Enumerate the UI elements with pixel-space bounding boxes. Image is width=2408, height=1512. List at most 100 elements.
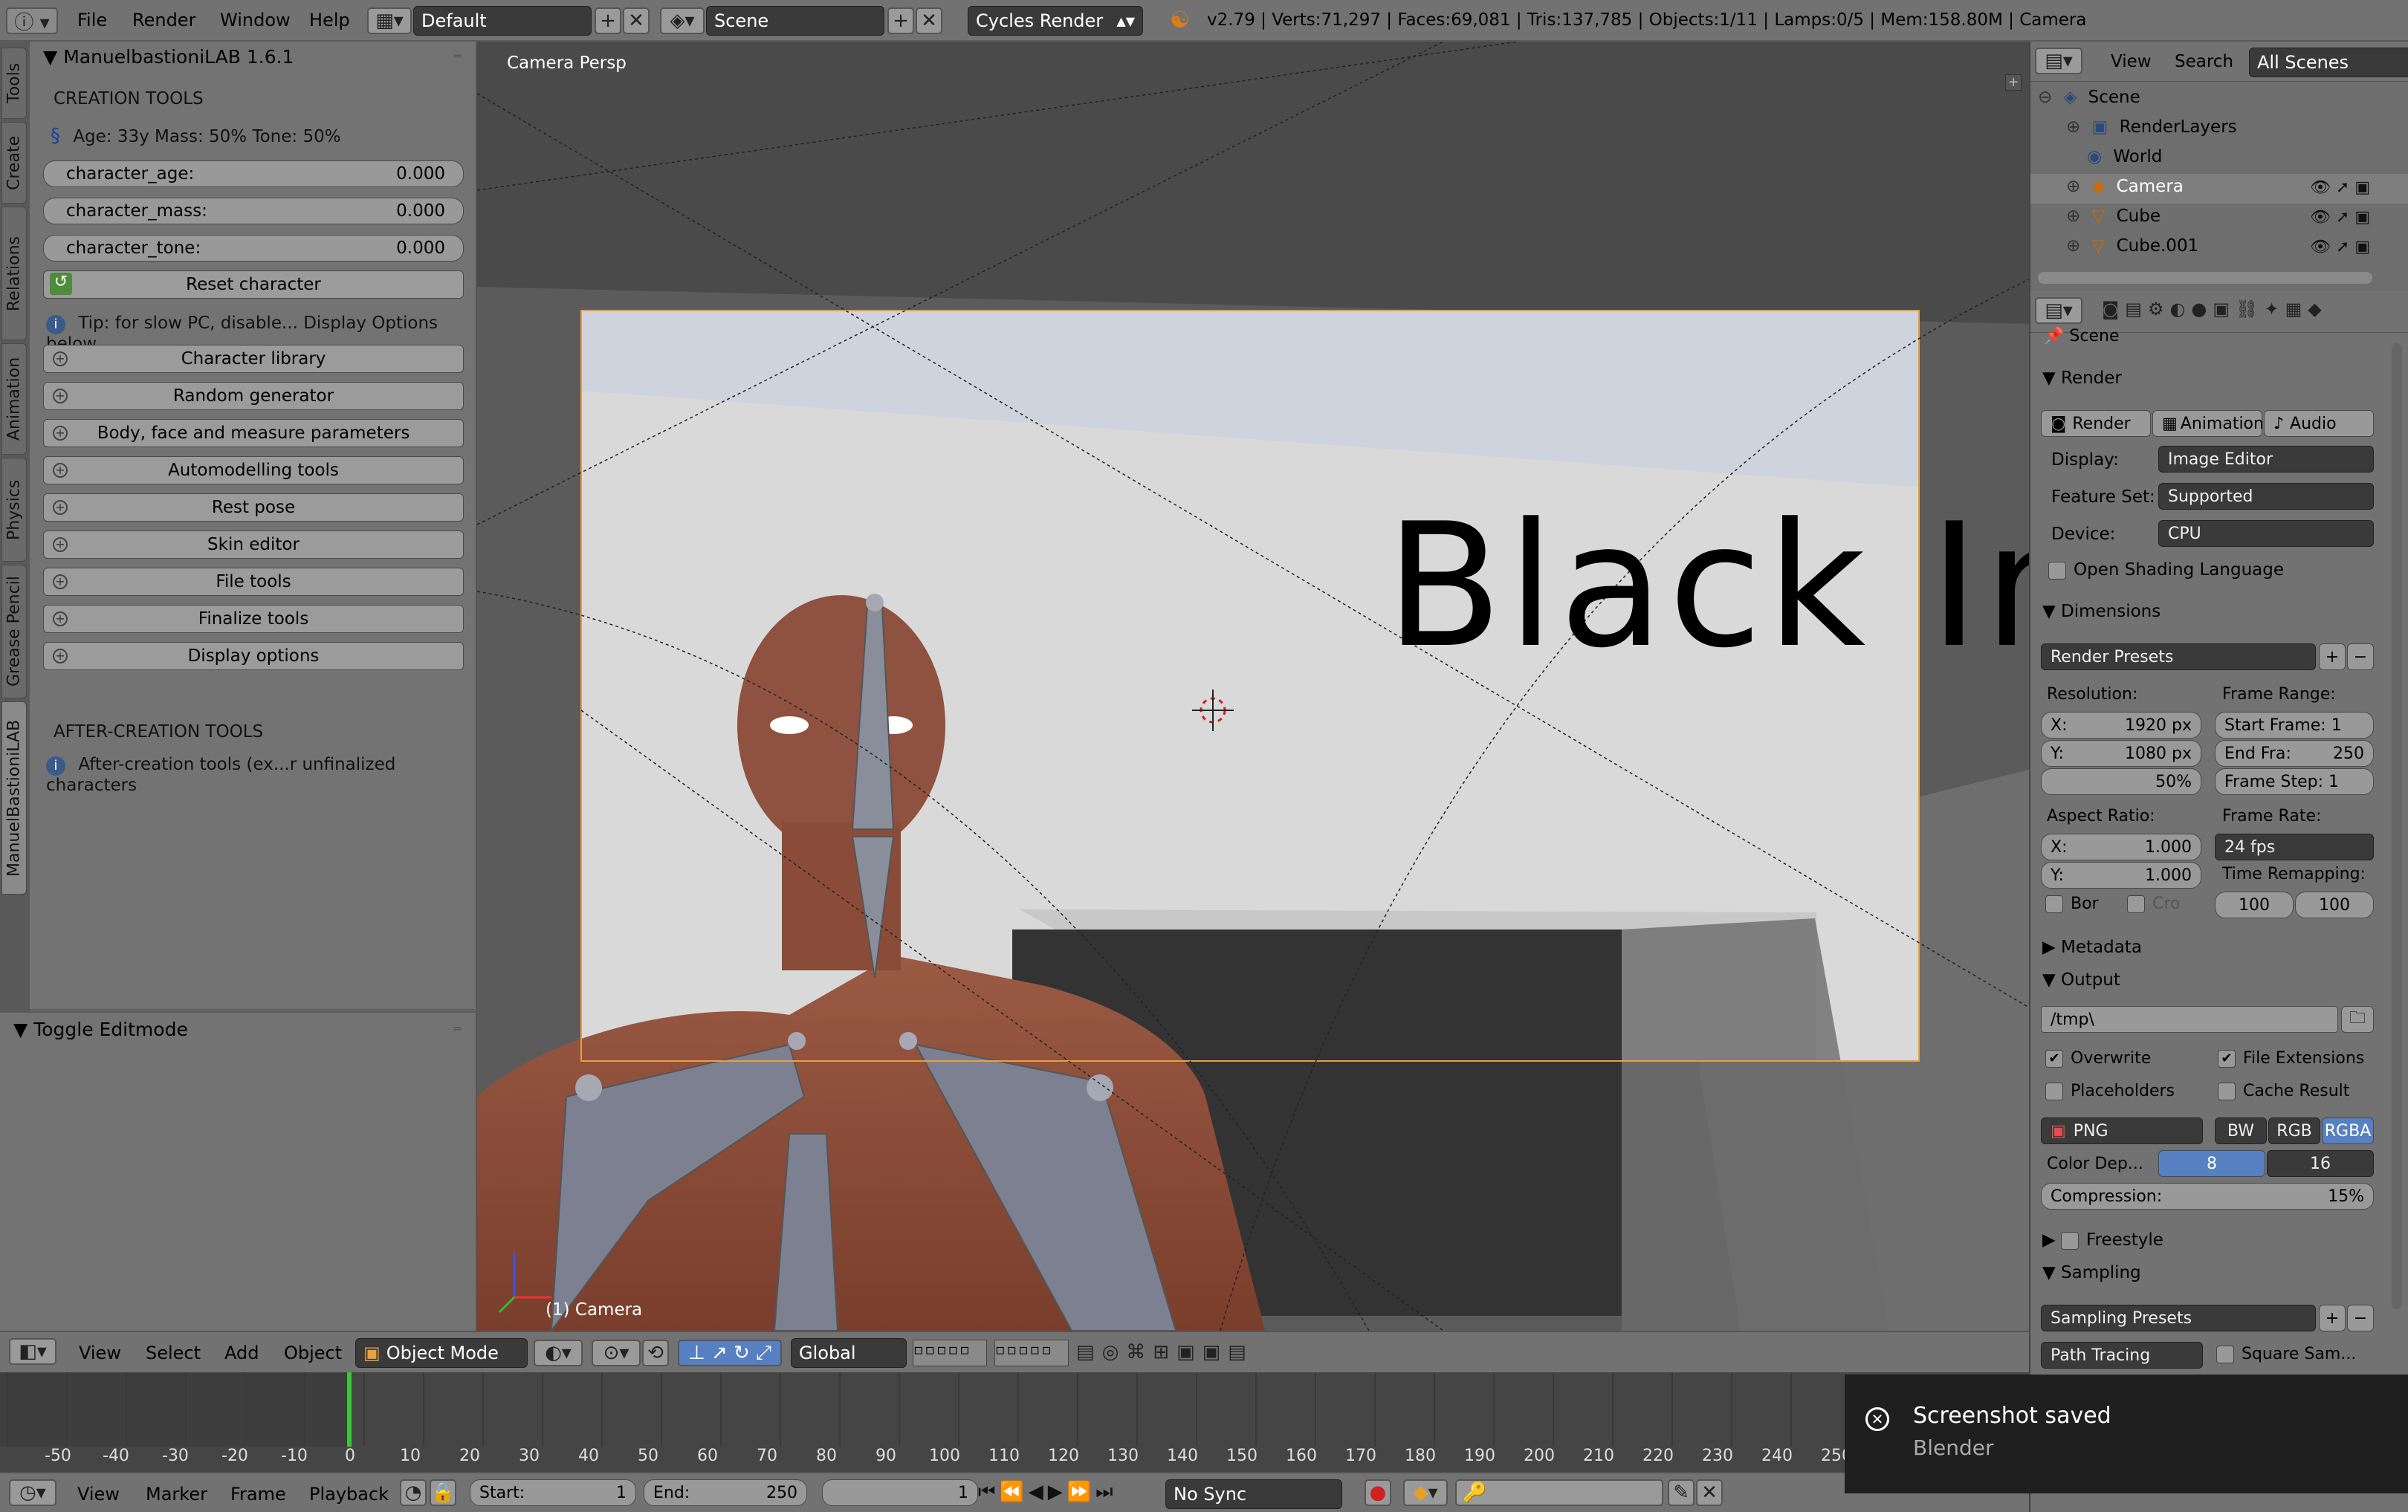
cache-result-checkbox-row[interactable]: Cache Result bbox=[2218, 1082, 2349, 1100]
aspect-x-field[interactable]: X: 1.000 bbox=[2041, 834, 2201, 860]
insert-keyframe-icon[interactable]: ✎ bbox=[1668, 1479, 1695, 1506]
tab-animation[interactable]: Animation bbox=[1, 343, 27, 455]
render-engine-select[interactable]: Cycles Render ▲▼ bbox=[968, 6, 1143, 36]
scene-icon[interactable]: ◈▾ bbox=[660, 7, 705, 34]
outliner-item-renderlayers[interactable]: ⊕ ▣ RenderLayers bbox=[2066, 117, 2237, 137]
viewport-menu-view[interactable]: View bbox=[79, 1343, 121, 1363]
character-tone-field[interactable]: character_tone: 0.000 bbox=[43, 235, 464, 262]
scene-field[interactable]: Scene bbox=[706, 6, 884, 36]
random-generator-button[interactable]: + Random generator bbox=[43, 382, 464, 410]
color-mode-rgb[interactable]: RGB bbox=[2268, 1117, 2320, 1144]
frame-step-field[interactable]: Frame Step: 1 bbox=[2215, 768, 2374, 795]
drag-handle-icon[interactable]: ═ bbox=[453, 49, 461, 63]
keying-icon[interactable]: ◆ ▾ bbox=[1403, 1479, 1448, 1506]
screenshot-toast[interactable]: ✕ Screenshot saved Blender bbox=[1845, 1375, 2408, 1493]
reset-character-button[interactable]: ↺ Reset character bbox=[43, 270, 464, 299]
add-sampling-preset-icon[interactable]: + bbox=[2319, 1305, 2346, 1331]
add-preset-icon[interactable]: + bbox=[2319, 643, 2346, 670]
drag-handle-icon[interactable]: ═ bbox=[453, 1022, 461, 1036]
folder-browse-icon[interactable]: 🗀 bbox=[2341, 1006, 2374, 1033]
interaction-mode-select[interactable]: ▣ Object Mode bbox=[355, 1338, 528, 1368]
tab-create[interactable]: Create bbox=[1, 122, 27, 204]
manipulator-icon[interactable]: ⟲ bbox=[642, 1340, 669, 1366]
border-checkbox-row[interactable]: Bor bbox=[2045, 895, 2099, 913]
viewport-editor-icon[interactable]: ◧▾ bbox=[9, 1338, 56, 1365]
visibility-icons[interactable]: 👁 ➚ ▣ bbox=[2310, 238, 2370, 256]
viewport-menu-object[interactable]: Object bbox=[284, 1343, 342, 1363]
menu-render[interactable]: Render bbox=[132, 10, 195, 30]
keying-set-field[interactable]: 🔑 bbox=[1455, 1479, 1663, 1506]
current-frame-input[interactable]: 1 bbox=[822, 1479, 978, 1506]
compression-slider[interactable]: Compression: 15% bbox=[2041, 1183, 2374, 1210]
outliner-item-cube[interactable]: ⊕ ▽ Cube bbox=[2066, 207, 2161, 226]
toggle-editmode-header[interactable]: ▼ Toggle Editmode bbox=[13, 1019, 188, 1040]
transform-widgets-icon[interactable]: ⊥ ↗ ↻ ⤢ bbox=[678, 1340, 782, 1366]
aspect-y-field[interactable]: Y: 1.000 bbox=[2041, 862, 2201, 889]
panel-header[interactable]: ▼ ManuelbastioniLAB 1.6.1 bbox=[43, 46, 294, 68]
end-frame-input[interactable]: End: 250 bbox=[644, 1479, 807, 1506]
output-path-input[interactable]: /tmp\ bbox=[2041, 1006, 2338, 1033]
delete-scene-icon[interactable]: ✕ bbox=[916, 7, 942, 34]
display-options-button[interactable]: + Display options bbox=[43, 642, 464, 670]
menu-file[interactable]: File bbox=[77, 10, 107, 30]
timeline-area[interactable]: -50 -40 -30 -20 -10 0 10 20 30 40 50 60 … bbox=[0, 1372, 2029, 1472]
freestyle-section-header[interactable]: ▶ Freestyle bbox=[2042, 1230, 2163, 1250]
res-y-field[interactable]: Y: 1080 px bbox=[2041, 740, 2201, 767]
3d-viewport[interactable]: Black Ink Camera Persp (1) Camera + bbox=[477, 42, 2029, 1331]
freestyle-checkbox[interactable] bbox=[2061, 1231, 2079, 1250]
border-checkbox[interactable] bbox=[2045, 895, 2063, 913]
res-x-field[interactable]: X: 1920 px bbox=[2041, 712, 2201, 739]
file-extensions-checkbox[interactable]: ✔ bbox=[2218, 1050, 2236, 1068]
lock-range-icon[interactable]: 🔒 bbox=[430, 1479, 456, 1506]
menu-help[interactable]: Help bbox=[309, 10, 350, 30]
sampling-presets-select[interactable]: Sampling Presets bbox=[2041, 1305, 2316, 1331]
playback-controls-icons[interactable]: ⏮⏪◀▶⏩⏭ bbox=[978, 1481, 1118, 1504]
metadata-section-header[interactable]: ▶ Metadata bbox=[2042, 938, 2142, 957]
crop-checkbox-row[interactable]: Cro bbox=[2127, 895, 2180, 913]
pivot-point-icon[interactable]: ⊙▾ bbox=[592, 1340, 641, 1366]
pin-icon[interactable]: 📌 bbox=[2044, 327, 2064, 345]
tab-tools[interactable]: Tools bbox=[1, 48, 27, 119]
placeholders-checkbox[interactable] bbox=[2045, 1083, 2063, 1100]
menu-window[interactable]: Window bbox=[220, 10, 291, 30]
outliner-filter-select[interactable]: All Scenes bbox=[2249, 48, 2408, 77]
layers-grid-b[interactable]: ▫▫▫▫▫ bbox=[994, 1340, 1069, 1366]
remove-sampling-preset-icon[interactable]: − bbox=[2347, 1305, 2374, 1331]
viewport-tool-icons[interactable]: ▤◎⌘⊞▣▣▤ bbox=[1076, 1341, 1254, 1363]
cache-result-checkbox[interactable] bbox=[2218, 1083, 2236, 1100]
osl-checkbox-row[interactable]: Open Shading Language bbox=[2048, 560, 2284, 580]
outliner-scrollbar[interactable] bbox=[2038, 272, 2372, 284]
end-frame-field[interactable]: End Fra: 250 bbox=[2215, 740, 2374, 767]
timeline-menu-frame[interactable]: Frame bbox=[230, 1484, 286, 1505]
remove-preset-icon[interactable]: − bbox=[2347, 643, 2374, 670]
output-section-header[interactable]: ▼ Output bbox=[2042, 970, 2120, 990]
crop-checkbox[interactable] bbox=[2127, 895, 2145, 913]
add-layout-icon[interactable]: + bbox=[595, 7, 621, 34]
screen-layout-icon[interactable]: ▦▾ bbox=[367, 7, 412, 34]
frame-rate-select[interactable]: 24 fps bbox=[2215, 834, 2374, 860]
outliner-menu-view[interactable]: View bbox=[2111, 52, 2152, 71]
color-depth-16[interactable]: 16 bbox=[2267, 1150, 2374, 1177]
square-samples-checkbox-row[interactable]: Square Sam... bbox=[2216, 1345, 2356, 1363]
osl-checkbox[interactable] bbox=[2048, 561, 2066, 580]
timeline-menu-marker[interactable]: Marker bbox=[146, 1484, 207, 1505]
display-select[interactable]: Image Editor bbox=[2158, 446, 2374, 473]
rest-pose-button[interactable]: + Rest pose bbox=[43, 493, 464, 522]
outliner-item-world[interactable]: ◉ World bbox=[2087, 147, 2162, 166]
delete-layout-icon[interactable]: ✕ bbox=[623, 7, 650, 34]
tab-relations[interactable]: Relations bbox=[1, 207, 27, 340]
timeline-menu-playback[interactable]: Playback bbox=[309, 1484, 389, 1505]
integrator-select[interactable]: Path Tracing bbox=[2041, 1342, 2203, 1369]
character-age-field[interactable]: character_age: 0.000 bbox=[43, 160, 464, 187]
finalize-tools-button[interactable]: + Finalize tools bbox=[43, 605, 464, 633]
overwrite-checkbox-row[interactable]: ✔ Overwrite bbox=[2045, 1049, 2151, 1068]
timeline-editor-icon[interactable]: ◷▾ bbox=[9, 1479, 56, 1506]
tab-physics[interactable]: Physics bbox=[1, 458, 27, 562]
context-tabs-icons[interactable]: ◙▤⚙◐●▣⛓✦▦◆ bbox=[2102, 299, 2328, 319]
color-depth-8[interactable]: 8 bbox=[2158, 1150, 2265, 1177]
character-mass-field[interactable]: character_mass: 0.000 bbox=[43, 198, 464, 224]
res-percentage-slider[interactable]: 50% bbox=[2041, 768, 2201, 795]
visibility-icons[interactable]: 👁 ➚ ▣ bbox=[2310, 178, 2370, 197]
file-format-select[interactable]: ▣ PNG bbox=[2041, 1117, 2203, 1144]
layers-grid-a[interactable]: ▫▫▫▫▫ bbox=[913, 1340, 987, 1366]
